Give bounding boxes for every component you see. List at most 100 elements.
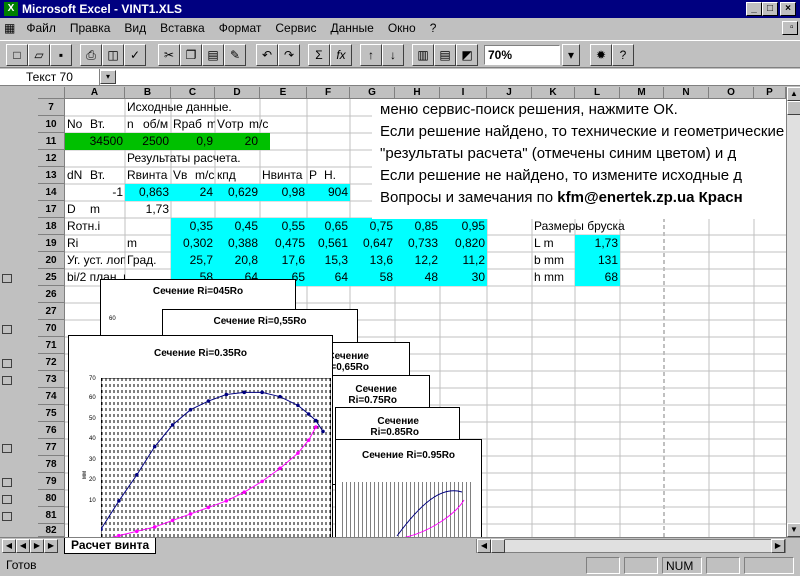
table-cell[interactable]: 20,8 [215, 252, 260, 269]
table-cell[interactable]: 0,35 [171, 218, 215, 235]
outline-level-buttons[interactable] [0, 87, 38, 99]
restore-workbook-button[interactable]: ▫ [782, 21, 798, 35]
table-cell[interactable]: 0,388 [215, 235, 260, 252]
row-header[interactable]: 71 [38, 337, 65, 354]
hscroll-thumb[interactable] [491, 539, 505, 553]
cell-label[interactable]: Rраб [171, 116, 204, 133]
cell-label[interactable]: h mm [532, 269, 566, 286]
outline-toggle[interactable] [2, 495, 12, 504]
result-hvinta[interactable]: 0,98 [260, 184, 307, 201]
row-header[interactable]: 27 [38, 303, 65, 320]
input-power[interactable]: 34500 [65, 133, 125, 150]
name-box[interactable]: Текст 70 [0, 69, 100, 86]
sort-descending-icon[interactable]: ↓ [382, 44, 404, 66]
table-cell[interactable]: 0,302 [171, 235, 215, 252]
cell-label[interactable]: n [125, 116, 136, 133]
row-header[interactable]: 11 [38, 133, 65, 150]
cell-label[interactable]: Уг. уст. лоп. [65, 252, 125, 269]
row-header[interactable]: 13 [38, 167, 65, 184]
row-header[interactable]: 19 [38, 235, 65, 252]
outline-toggle[interactable] [2, 478, 12, 487]
row-header[interactable]: 76 [38, 422, 65, 439]
cell-label[interactable]: D [65, 201, 78, 218]
table-cell[interactable]: 13,6 [350, 252, 395, 269]
chart-wizard-icon[interactable]: ▥ [412, 44, 434, 66]
menu-tools[interactable]: Сервис [268, 21, 323, 35]
save-icon[interactable]: ▪ [50, 44, 72, 66]
cell-label[interactable]: H. [322, 167, 338, 184]
workbook-icon[interactable]: ▦ [0, 21, 19, 35]
row-header[interactable]: 73 [38, 371, 65, 388]
col-header-f[interactable]: F [307, 87, 350, 99]
table-cell[interactable]: 12,2 [395, 252, 440, 269]
section-heading-results[interactable]: Результаты расчета. [125, 150, 243, 167]
bar-length-value[interactable]: 1,73 [575, 235, 620, 252]
table-cell[interactable]: 58 [350, 269, 395, 286]
spelling-icon[interactable]: ✓ [124, 44, 146, 66]
sheet-tab-raschet[interactable]: Расчет винта [64, 538, 157, 554]
result-rvinta[interactable]: 0,863 [125, 184, 171, 201]
section-heading-input[interactable]: Исходные данные. [125, 99, 234, 116]
last-sheet-icon[interactable]: ▶ [44, 539, 58, 553]
table-cell[interactable]: 0,561 [307, 235, 350, 252]
table-cell[interactable]: 25,7 [171, 252, 215, 269]
col-header-l[interactable]: L [575, 87, 620, 99]
table-cell[interactable]: 0,95 [440, 218, 487, 235]
row-header[interactable]: 72 [38, 354, 65, 371]
outline-toggle[interactable] [2, 325, 12, 334]
worksheet-grid[interactable]: A B C D E F G H I J K L M N O P 7 10 11 … [0, 87, 786, 537]
close-button[interactable]: × [780, 2, 796, 16]
row-header[interactable]: 79 [38, 473, 65, 490]
horizontal-scrollbar[interactable]: ◀ ▶ [476, 539, 786, 553]
cell-label[interactable]: Град. [125, 252, 159, 269]
table-cell[interactable]: 11,2 [440, 252, 487, 269]
row-header[interactable]: 82 [38, 524, 65, 537]
col-header-j[interactable]: J [487, 87, 532, 99]
chart-section-095[interactable]: Сечение Ri=0.95Ro [335, 439, 482, 537]
cell-label[interactable]: m [205, 116, 215, 133]
table-cell[interactable]: 30 [440, 269, 487, 286]
input-velocity[interactable]: 20 [215, 133, 260, 150]
function-wizard-icon[interactable]: fx [330, 44, 352, 66]
text-box-icon[interactable]: ▤ [434, 44, 456, 66]
table-cell[interactable]: 0,733 [395, 235, 440, 252]
col-header-e[interactable]: E [260, 87, 307, 99]
row-header[interactable]: 12 [38, 150, 65, 167]
col-header-a[interactable]: A [65, 87, 125, 99]
row-header[interactable]: 81 [38, 507, 65, 524]
menu-window[interactable]: Окно [381, 21, 423, 35]
result-dn[interactable]: -1 [65, 184, 125, 201]
prev-sheet-icon[interactable]: ◀ [16, 539, 30, 553]
col-header-c[interactable]: C [171, 87, 215, 99]
result-vv[interactable]: 24 [171, 184, 215, 201]
paste-icon[interactable]: ▤ [202, 44, 224, 66]
col-header-k[interactable]: K [532, 87, 575, 99]
undo-icon[interactable]: ↶ [256, 44, 278, 66]
open-icon[interactable]: ▱ [28, 44, 50, 66]
print-preview-icon[interactable]: ◫ [102, 44, 124, 66]
outline-toggle[interactable] [2, 376, 12, 385]
contact-email[interactable]: kfm@enertek.zp.ua [557, 189, 694, 206]
cell-label[interactable]: m [125, 235, 139, 252]
result-diameter[interactable]: 1,73 [125, 201, 171, 218]
cell-label[interactable]: кпд [215, 167, 238, 184]
bar-width-value[interactable]: 131 [575, 252, 620, 269]
input-radius[interactable]: 0,9 [171, 133, 215, 150]
cell-label[interactable]: dN [65, 167, 84, 184]
cell-label[interactable]: Rвинта [125, 167, 169, 184]
row-header[interactable]: 74 [38, 388, 65, 405]
row-header[interactable]: 18 [38, 218, 65, 235]
scroll-thumb[interactable] [787, 101, 800, 115]
help-icon[interactable]: ? [612, 44, 634, 66]
autosum-icon[interactable]: Σ [308, 44, 330, 66]
bar-sizes-heading[interactable]: Размеры бруска [532, 218, 627, 235]
col-header-m[interactable]: M [620, 87, 664, 99]
row-header[interactable]: 17 [38, 201, 65, 218]
col-header-n[interactable]: N [664, 87, 709, 99]
format-painter-icon[interactable]: ✎ [224, 44, 246, 66]
bar-height-value[interactable]: 68 [575, 269, 620, 286]
row-header[interactable]: 75 [38, 405, 65, 422]
cell-label[interactable]: Rотн.i [65, 218, 102, 235]
scroll-right-icon[interactable]: ▶ [771, 539, 785, 553]
outline-toggle[interactable] [2, 444, 12, 453]
